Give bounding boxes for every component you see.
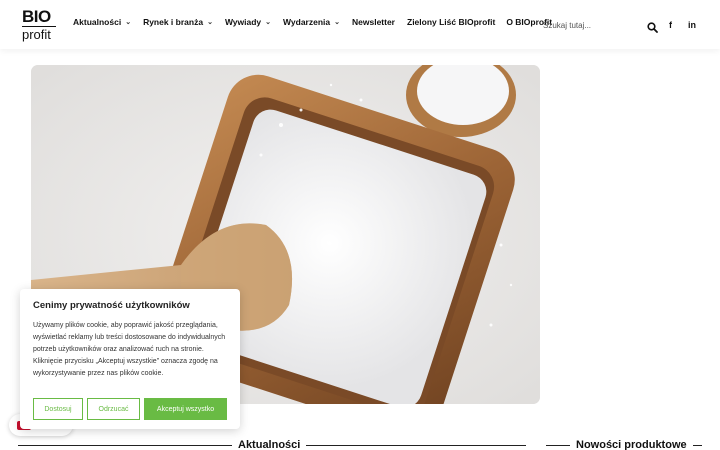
nav-item-aktualnosci[interactable]: Aktualności ⌄ — [73, 17, 131, 27]
site-header: BIO profit Aktualności ⌄ Rynek i branża … — [0, 0, 720, 49]
divider — [18, 444, 232, 446]
section-title: Aktualności — [238, 439, 301, 450]
logo-line-1: BIO — [22, 7, 51, 26]
cookie-buttons: Dostosuj Odrzucać Akceptuj wszystko — [33, 398, 227, 420]
divider — [692, 444, 702, 446]
divider — [546, 444, 570, 446]
chevron-down-icon: ⌄ — [334, 19, 340, 26]
chevron-down-icon: ⌄ — [125, 19, 132, 26]
facebook-icon[interactable]: f — [669, 20, 672, 30]
accept-all-button[interactable]: Akceptuj wszystko — [144, 398, 227, 420]
section-heading-news: Aktualności — [18, 438, 526, 450]
cookie-consent-dialog: Cenimy prywatność użytkowników Używamy p… — [20, 289, 240, 429]
linkedin-icon[interactable]: in — [688, 20, 696, 30]
nav-label: Wywiady — [224, 17, 262, 27]
nav-label: Wydarzenia — [283, 17, 331, 27]
cookie-description: Używamy plików cookie, aby poprawić jako… — [33, 322, 226, 377]
cookie-title: Cenimy prywatność użytkowników — [33, 300, 190, 311]
nav-label: Newsletter — [352, 17, 395, 27]
nav-item-wywiady[interactable]: Wywiady ⌄ — [225, 17, 271, 27]
divider — [306, 444, 526, 446]
customize-button[interactable]: Dostosuj — [33, 398, 83, 420]
nav-item-zielony-lisc[interactable]: Zielony Liść BIOprofit — [407, 17, 495, 27]
section-title: Nowości produktowe — [576, 439, 687, 450]
nav-label: Zielony Liść BIOprofit — [407, 17, 496, 27]
logo-line-2: profit — [22, 26, 56, 41]
section-heading-products: Nowości produktowe — [546, 438, 702, 450]
search-input[interactable] — [543, 20, 633, 30]
nav-item-rynek[interactable]: Rynek i branża ⌄ — [143, 17, 213, 27]
reject-button[interactable]: Odrzucać — [87, 398, 140, 420]
nav-label: Aktualności — [73, 17, 122, 27]
chevron-down-icon: ⌄ — [265, 19, 272, 26]
nav-label: Rynek i branża — [143, 17, 204, 27]
main-nav: Aktualności ⌄ Rynek i branża ⌄ Wywiady ⌄… — [73, 17, 552, 27]
nav-item-newsletter[interactable]: Newsletter — [352, 17, 395, 27]
chevron-down-icon: ⌄ — [207, 19, 213, 26]
search-icon[interactable] — [647, 20, 658, 33]
nav-item-wydarzenia[interactable]: Wydarzenia ⌄ — [283, 17, 340, 27]
search-bar — [543, 17, 658, 33]
bioprofit-logo[interactable]: BIO profit — [22, 7, 60, 41]
